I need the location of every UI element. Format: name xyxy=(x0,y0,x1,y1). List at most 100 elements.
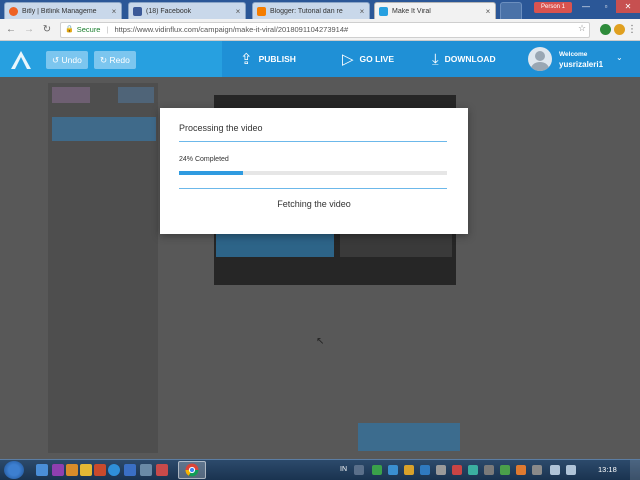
taskbar-app-icon[interactable] xyxy=(140,464,152,476)
browser-tab-facebook[interactable]: (18) Facebook × xyxy=(128,2,246,19)
undo-label: Undo xyxy=(61,55,82,65)
address-bar: ← → ↻ 🔒 Secure | https://www.vidinflux.c… xyxy=(0,19,640,41)
tray-icon[interactable] xyxy=(516,465,526,475)
tray-icon[interactable] xyxy=(404,465,414,475)
taskbar-app-icon[interactable] xyxy=(80,464,92,476)
vidinflux-logo-icon[interactable] xyxy=(10,49,32,71)
extension-globe-icon[interactable] xyxy=(614,24,625,35)
start-button[interactable] xyxy=(4,461,24,479)
internet-explorer-icon[interactable] xyxy=(108,464,120,476)
reload-icon[interactable]: ↻ xyxy=(40,23,54,37)
tray-icon[interactable] xyxy=(388,465,398,475)
dialog-title: Processing the video xyxy=(179,123,263,133)
play-icon: ▷ xyxy=(342,51,354,68)
panel-upload-button xyxy=(52,117,156,141)
extension-shield-icon[interactable] xyxy=(600,24,611,35)
progress-bar-fill xyxy=(179,171,244,175)
tray-icon[interactable] xyxy=(484,465,494,475)
url-bar[interactable]: 🔒 Secure | https://www.vidinflux.com/cam… xyxy=(60,22,590,38)
person-badge[interactable]: Person 1 xyxy=(534,2,572,13)
tab-label: (18) Facebook xyxy=(146,7,192,15)
status-text: Fetching the video xyxy=(277,199,351,209)
avatar[interactable] xyxy=(528,47,552,71)
new-tab-button[interactable] xyxy=(500,2,522,19)
go-live-button[interactable]: ▷ GO LIVE xyxy=(342,41,394,77)
tray-icon[interactable] xyxy=(468,465,478,475)
tab-close-icon[interactable]: × xyxy=(233,7,243,16)
tray-icon[interactable] xyxy=(532,465,542,475)
tab-label: Bitly | Bitlink Manageme xyxy=(22,7,97,15)
tray-icon[interactable] xyxy=(500,465,510,475)
taskbar-app-icon[interactable] xyxy=(36,464,48,476)
download-button[interactable]: ⤓ DOWNLOAD xyxy=(432,41,496,77)
window-close-icon[interactable]: ✕ xyxy=(616,0,640,13)
download-icon: ⤓ xyxy=(432,50,439,68)
welcome-label: Welcome xyxy=(559,51,588,58)
upload-icon: ⇪ xyxy=(240,51,253,68)
clock[interactable]: 13:18 xyxy=(598,465,617,474)
tab-label: Blogger: Tutorial dan re xyxy=(270,7,343,15)
tray-icon[interactable] xyxy=(436,465,446,475)
undo-icon: ↺ xyxy=(52,55,60,65)
taskbar-app-icon[interactable] xyxy=(52,464,64,476)
chrome-taskbar-button[interactable] xyxy=(178,461,206,479)
username[interactable]: yusrizaleri1 xyxy=(559,60,603,69)
url-text: https://www.vidinflux.com/campaign/make-… xyxy=(114,25,349,34)
panel-tab-a xyxy=(52,87,90,103)
publish-button[interactable]: ⇪ PUBLISH xyxy=(240,41,296,77)
network-icon[interactable] xyxy=(550,465,560,475)
redo-button[interactable]: ↻ Redo xyxy=(94,51,136,69)
menu-icon[interactable]: ⋮ xyxy=(626,23,638,37)
user-silhouette-icon xyxy=(531,51,549,71)
redo-icon: ↻ xyxy=(100,55,108,65)
language-indicator[interactable]: IN xyxy=(340,466,347,473)
chrome-icon xyxy=(185,463,199,477)
taskbar-app-icon[interactable] xyxy=(124,464,136,476)
tab-close-icon[interactable]: × xyxy=(483,7,493,16)
publish-label: PUBLISH xyxy=(258,54,296,64)
back-icon[interactable]: ← xyxy=(4,23,18,37)
floating-action-button xyxy=(358,423,460,451)
show-desktop-button[interactable] xyxy=(630,460,640,480)
taskbar: IN 13:18 xyxy=(0,459,640,480)
volume-icon[interactable] xyxy=(566,465,576,475)
tray-icon[interactable] xyxy=(354,465,364,475)
progress-text: 24% Completed xyxy=(179,156,229,163)
chevron-down-icon[interactable]: ⌄ xyxy=(616,53,623,62)
lock-icon: 🔒 xyxy=(65,26,74,33)
canvas-button-primary xyxy=(216,233,334,257)
tab-label: Make It Viral xyxy=(392,7,431,15)
progress-track xyxy=(179,171,447,175)
tray-icon[interactable] xyxy=(420,465,430,475)
processing-dialog: Processing the video 24% Completed Fetch… xyxy=(160,108,468,234)
taskbar-app-icon[interactable] xyxy=(94,464,106,476)
taskbar-app-icon[interactable] xyxy=(156,464,168,476)
forward-icon[interactable]: → xyxy=(22,23,36,37)
blogger-favicon-icon xyxy=(257,6,266,16)
browser-tab-strip: Bitly | Bitlink Manageme × (18) Facebook… xyxy=(0,0,640,19)
tray-icon[interactable] xyxy=(452,465,462,475)
redo-label: Redo xyxy=(109,55,130,65)
undo-button[interactable]: ↺ Undo xyxy=(46,51,88,69)
tab-close-icon[interactable]: × xyxy=(109,7,119,16)
taskbar-app-icon[interactable] xyxy=(66,464,78,476)
url-separator: | xyxy=(106,25,109,34)
go-live-label: GO LIVE xyxy=(359,54,395,64)
bookmark-star-icon[interactable]: ☆ xyxy=(578,23,586,34)
browser-tab-blogger[interactable]: Blogger: Tutorial dan re × xyxy=(252,2,370,19)
vidinflux-favicon-icon xyxy=(379,6,388,16)
browser-tab-make-it-viral[interactable]: Make It Viral × xyxy=(374,2,496,19)
maximize-icon[interactable]: ▫ xyxy=(596,0,616,13)
divider xyxy=(179,141,447,142)
minimize-icon[interactable]: — xyxy=(576,0,596,13)
secure-label: Secure xyxy=(76,25,101,34)
divider xyxy=(179,188,447,189)
bitly-favicon-icon xyxy=(9,6,18,16)
tab-close-icon[interactable]: × xyxy=(357,7,367,16)
tray-icon[interactable] xyxy=(372,465,382,475)
browser-tab-bitly[interactable]: Bitly | Bitlink Manageme × xyxy=(4,2,122,19)
download-label: DOWNLOAD xyxy=(444,54,496,64)
mouse-cursor-icon: ↖ xyxy=(316,336,325,347)
action-bar: ⇪ PUBLISH ▷ GO LIVE ⤓ DOWNLOAD xyxy=(222,41,520,77)
panel-tab-b xyxy=(118,87,154,103)
